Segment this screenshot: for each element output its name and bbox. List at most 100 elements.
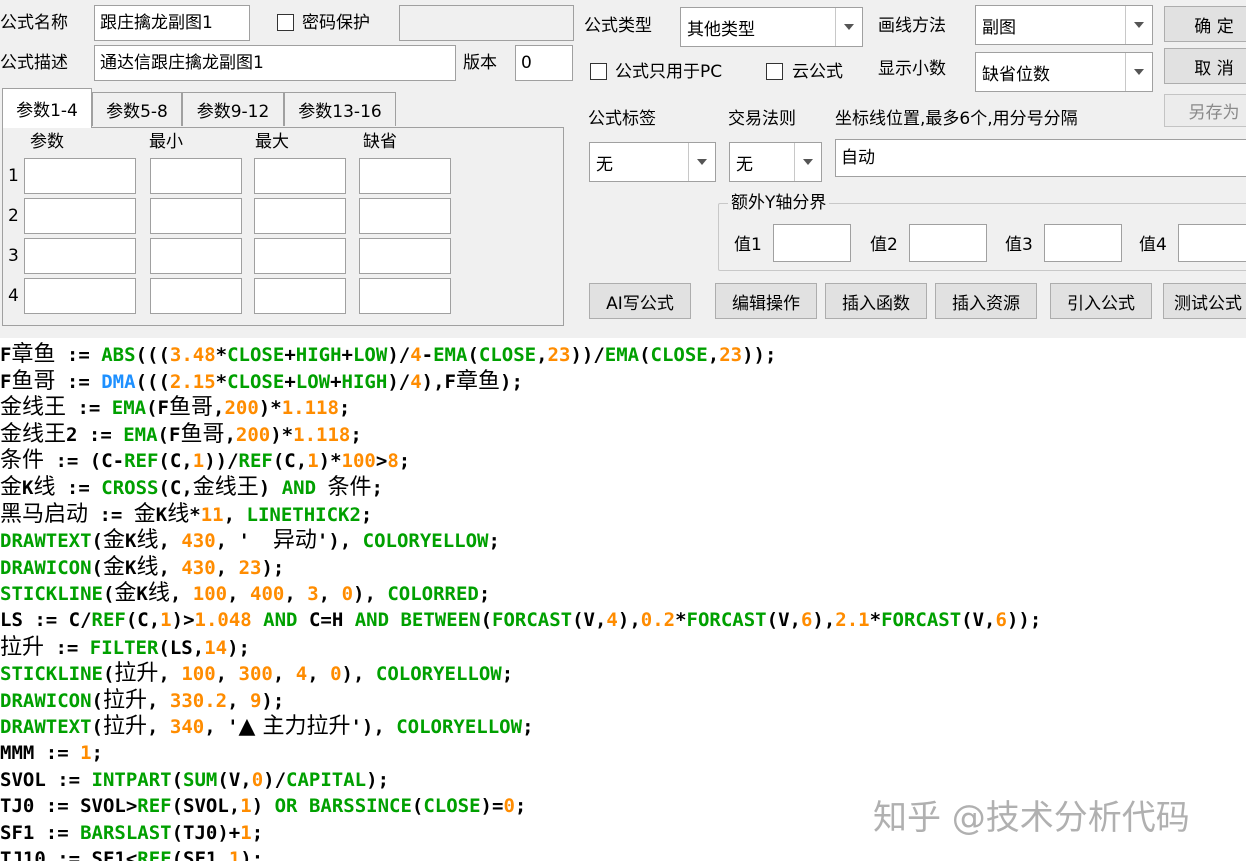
code-token: REF	[124, 450, 159, 473]
code-token: 200	[235, 423, 271, 446]
value4-input[interactable]	[1178, 224, 1246, 262]
save-as-button[interactable]: 另存为	[1164, 94, 1246, 127]
code-token: ),	[353, 583, 388, 606]
param-max-input[interactable]	[254, 158, 346, 194]
code-token: (V,	[766, 609, 801, 631]
code-token: )>	[171, 609, 195, 631]
code-line[interactable]: LS := C/REF(C,1)>1.048 AND C=H AND BETWE…	[0, 607, 1041, 634]
code-token: 线	[33, 475, 56, 500]
param-max-input[interactable]	[254, 278, 346, 314]
ok-button[interactable]: 确 定	[1164, 6, 1246, 42]
code-line[interactable]: 金线王2 := EMA(F鱼哥,200)*1.118;	[0, 421, 362, 448]
code-token: *	[215, 370, 228, 393]
code-token: 4	[410, 370, 422, 393]
code-token: (	[467, 344, 479, 366]
pc-only-checkbox[interactable]	[590, 63, 607, 80]
trade-rule-select[interactable]: 无	[729, 142, 822, 182]
code-line[interactable]: MMM := 1;	[0, 740, 103, 767]
formula-type-select[interactable]: 其他类型	[680, 7, 863, 47]
code-token: (TJ0)+	[171, 821, 241, 844]
draw-method-label: 画线方法	[878, 16, 946, 36]
code-line[interactable]: TJ0 := SVOL>REF(SVOL,1) OR BARSSINCE(CLO…	[0, 793, 526, 820]
param-default-input[interactable]	[359, 238, 451, 274]
formula-tag-select[interactable]: 无	[589, 142, 716, 182]
code-line[interactable]: 金线王 := EMA(F鱼哥,200)*1.118;	[0, 394, 350, 421]
code-token: (	[91, 530, 103, 553]
param-name-input[interactable]	[24, 158, 136, 194]
code-line[interactable]: 黑马启动 := 金K线*11, LINETHICK2;	[0, 501, 372, 528]
formula-name-input[interactable]: 跟庄擒龙副图1	[94, 5, 250, 41]
value3-input[interactable]	[1044, 224, 1122, 262]
code-token: 400	[250, 583, 285, 606]
code-token: 430	[181, 530, 216, 553]
import-formula-button[interactable]: 引入公式	[1050, 283, 1152, 319]
password-protect-checkbox[interactable]	[277, 14, 294, 31]
edit-operations-button[interactable]: 编辑操作	[715, 283, 817, 319]
code-token: >	[375, 450, 388, 473]
param-name-input[interactable]	[24, 198, 136, 234]
param-name-input[interactable]	[24, 278, 136, 314]
ai-write-formula-button[interactable]: AI写公式	[589, 283, 691, 319]
code-token: )/	[387, 344, 411, 366]
code-editor[interactable]: F章鱼 := ABS(((3.48*CLOSE+HIGH+LOW)/4-EMA(…	[0, 338, 1246, 861]
tab-params-1-4[interactable]: 参数1-4	[2, 88, 92, 128]
axis-position-input[interactable]: 自动	[835, 139, 1246, 177]
code-line[interactable]: F鱼哥 := DMA(((2.15*CLOSE+LOW+HIGH)/4),F章鱼…	[0, 368, 523, 395]
code-line[interactable]: SVOL := INTPART(SUM(V,0)/CAPITAL);	[0, 767, 389, 794]
formula-desc-label: 公式描述	[0, 53, 68, 73]
param-min-input[interactable]	[150, 158, 242, 194]
code-line[interactable]: DRAWICON(拉升, 330.2, 9);	[0, 687, 284, 714]
value2-input[interactable]	[909, 224, 987, 262]
code-line[interactable]: 金K线 := CROSS(C,金线王) AND 条件;	[0, 474, 383, 501]
param-default-input[interactable]	[359, 198, 451, 234]
param-default-input[interactable]	[359, 278, 451, 314]
code-token: 430	[181, 556, 216, 579]
code-line[interactable]: 条件 := (C-REF(C,1))/REF(C,1)*100>8;	[0, 447, 410, 474]
decimals-select[interactable]: 缺省位数	[975, 52, 1153, 92]
code-line[interactable]: F章鱼 := ABS(((3.48*CLOSE+HIGH+LOW)/4-EMA(…	[0, 341, 776, 368]
param-min-input[interactable]	[150, 278, 242, 314]
code-token: ▲ 主力拉升	[238, 714, 351, 740]
code-token: +	[284, 370, 296, 393]
formula-desc-input[interactable]: 通达信跟庄擒龙副图1	[94, 45, 456, 81]
version-input[interactable]: 0	[515, 45, 573, 81]
param-min-input[interactable]	[150, 238, 242, 274]
code-line[interactable]: TJ10 := SF1<REF(SF1,1);	[0, 846, 263, 861]
code-token: (((	[135, 344, 170, 366]
cloud-formula-checkbox[interactable]	[766, 63, 783, 80]
insert-resource-button[interactable]: 插入资源	[935, 283, 1037, 319]
code-token: (	[480, 609, 493, 631]
tab-params-13-16[interactable]: 参数13-16	[284, 92, 396, 126]
param-max-input[interactable]	[254, 238, 346, 274]
cancel-button[interactable]: 取 消	[1164, 48, 1246, 84]
param-default-input[interactable]	[359, 158, 451, 194]
code-token: COLORYELLOW	[362, 530, 489, 553]
code-line[interactable]: DRAWTEXT(金K线, 430, ' 异动'), COLORYELLOW;	[0, 527, 500, 554]
code-token: 200	[224, 397, 259, 420]
value1-input[interactable]	[773, 224, 851, 262]
code-token: ,	[223, 503, 247, 526]
param-min-input[interactable]	[150, 198, 242, 234]
code-token: STICKLINE	[0, 663, 103, 686]
code-token: ABS	[101, 344, 136, 366]
code-token: LS := C/	[0, 609, 92, 631]
code-token: LOW	[352, 344, 388, 366]
code-line[interactable]: DRAWTEXT(拉升, 340, '▲ 主力拉升'), COLORYELLOW…	[0, 713, 534, 740]
code-token: (C,	[125, 609, 161, 631]
draw-method-select[interactable]: 副图	[975, 5, 1153, 45]
code-line[interactable]: SF1 := BARSLAST(TJ0)+1;	[0, 820, 263, 847]
code-line[interactable]: STICKLINE(拉升, 100, 300, 4, 0), COLORYELL…	[0, 660, 513, 687]
tab-params-5-8[interactable]: 参数5-8	[92, 92, 182, 126]
code-token: ,	[707, 344, 720, 366]
code-token: 金	[0, 475, 23, 500]
code-line[interactable]: 拉升 := FILTER(LS,14);	[0, 634, 250, 661]
code-token: *	[215, 344, 228, 366]
code-line[interactable]: DRAWICON(金K线, 430, 23);	[0, 554, 284, 581]
param-name-input[interactable]	[24, 238, 136, 274]
code-line[interactable]: STICKLINE(金K线, 100, 400, 3, 0), COLORRED…	[0, 580, 490, 607]
code-token: (F	[157, 423, 181, 446]
test-formula-button[interactable]: 测试公式	[1163, 283, 1246, 319]
tab-params-9-12[interactable]: 参数9-12	[182, 92, 284, 126]
param-max-input[interactable]	[254, 198, 346, 234]
insert-function-button[interactable]: 插入函数	[825, 283, 927, 319]
